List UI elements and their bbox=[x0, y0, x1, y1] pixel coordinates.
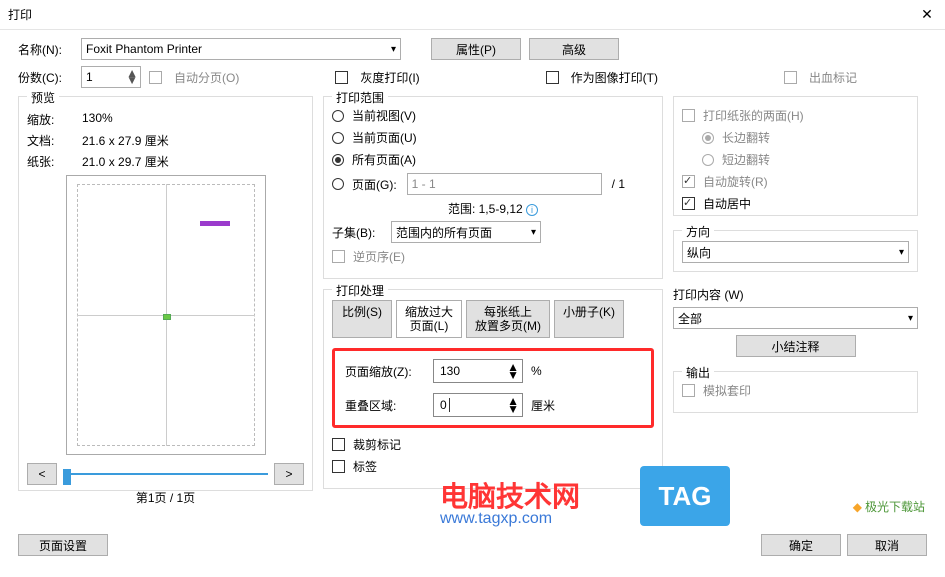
summary-button[interactable]: 小结注释 bbox=[736, 335, 856, 357]
tab-scale[interactable]: 比例(S) bbox=[332, 300, 392, 338]
page-slider[interactable] bbox=[63, 469, 268, 479]
pages-input[interactable]: 1 - 1 bbox=[407, 173, 602, 195]
properties-button[interactable]: 属性(P) bbox=[431, 38, 521, 60]
subset-combo[interactable]: 范围内的所有页面▾ bbox=[391, 221, 541, 243]
range-example: 范围: 1,5-9,12 bbox=[448, 202, 523, 216]
auto-center-checkbox[interactable] bbox=[682, 197, 695, 210]
scale-label: 缩放: bbox=[27, 111, 82, 128]
advanced-button[interactable]: 高级 bbox=[529, 38, 619, 60]
tab-booklet[interactable]: 小册子(K) bbox=[554, 300, 624, 338]
auto-rotate-checkbox bbox=[682, 175, 695, 188]
simulate-checkbox bbox=[682, 384, 695, 397]
crop-marks-checkbox[interactable] bbox=[332, 438, 345, 451]
chevron-down-icon: ▾ bbox=[391, 44, 396, 55]
both-sides-checkbox bbox=[682, 109, 695, 122]
grayscale-checkbox[interactable] bbox=[335, 71, 348, 84]
page-indicator: 第1页 / 1页 bbox=[27, 489, 304, 506]
handling-legend: 打印处理 bbox=[332, 282, 388, 299]
next-button[interactable]: > bbox=[274, 463, 304, 485]
doc-value: 21.6 x 27.9 厘米 bbox=[82, 132, 169, 149]
watermark-url: www.tagxp.com bbox=[440, 510, 552, 528]
copies-label: 份数(C): bbox=[18, 69, 73, 86]
cancel-button[interactable]: 取消 bbox=[847, 534, 927, 556]
orientation-combo[interactable]: 纵向▾ bbox=[682, 241, 909, 263]
info-icon[interactable]: i bbox=[526, 204, 538, 216]
as-image-checkbox[interactable] bbox=[546, 71, 559, 84]
watermark-text: 电脑技术网 bbox=[440, 475, 580, 515]
highlight-box: 页面缩放(Z): 130▲▼ % 重叠区域: 0▲▼ 厘米 bbox=[332, 348, 654, 428]
page-scale-label: 页面缩放(Z): bbox=[345, 363, 425, 380]
tag-badge: TAG bbox=[640, 466, 730, 526]
printer-value: Foxit Phantom Printer bbox=[86, 42, 202, 56]
paper-value: 21.0 x 29.7 厘米 bbox=[82, 153, 169, 170]
range-legend: 打印范围 bbox=[332, 89, 388, 106]
collate-label: 自动分页(O) bbox=[174, 69, 239, 86]
dialog-title: 打印 bbox=[8, 6, 917, 23]
overlap-spinner[interactable]: 0▲▼ bbox=[433, 393, 523, 417]
name-label: 名称(N): bbox=[18, 41, 73, 58]
tab-multiple[interactable]: 每张纸上 放置多页(M) bbox=[466, 300, 550, 338]
close-icon[interactable]: ✕ bbox=[917, 6, 937, 23]
scale-value: 130% bbox=[82, 111, 113, 128]
overlap-label: 重叠区域: bbox=[345, 397, 425, 414]
collate-checkbox bbox=[149, 71, 162, 84]
labels-checkbox[interactable] bbox=[332, 460, 345, 473]
bleed-checkbox bbox=[784, 71, 797, 84]
content-label: 打印内容 (W) bbox=[673, 286, 918, 303]
all-pages-radio[interactable] bbox=[332, 154, 344, 166]
current-view-radio[interactable] bbox=[332, 110, 344, 122]
copies-spinner[interactable]: 1 ▲▼ bbox=[81, 66, 141, 88]
page-setup-button[interactable]: 页面设置 bbox=[18, 534, 108, 556]
printer-combo[interactable]: Foxit Phantom Printer ▾ bbox=[81, 38, 401, 60]
tab-fit[interactable]: 缩放过大 页面(L) bbox=[396, 300, 462, 338]
doc-label: 文档: bbox=[27, 132, 82, 149]
as-image-label: 作为图像打印(T) bbox=[571, 69, 658, 86]
bleed-label: 出血标记 bbox=[809, 69, 857, 86]
grayscale-label: 灰度打印(I) bbox=[360, 69, 419, 86]
preview-canvas bbox=[66, 175, 266, 455]
subset-label: 子集(B): bbox=[332, 224, 387, 241]
prev-button[interactable]: < bbox=[27, 463, 57, 485]
ok-button[interactable]: 确定 bbox=[761, 534, 841, 556]
short-edge-radio bbox=[702, 154, 714, 166]
reverse-checkbox bbox=[332, 250, 345, 263]
content-combo[interactable]: 全部▾ bbox=[673, 307, 918, 329]
orientation-legend: 方向 bbox=[682, 223, 714, 240]
paper-label: 纸张: bbox=[27, 153, 82, 170]
long-edge-radio bbox=[702, 132, 714, 144]
pages-radio[interactable] bbox=[332, 178, 344, 190]
current-page-radio[interactable] bbox=[332, 132, 344, 144]
logo-text: ◆极光下载站 bbox=[853, 498, 925, 515]
output-legend: 输出 bbox=[682, 364, 714, 381]
preview-legend: 预览 bbox=[27, 89, 59, 106]
pages-total: / 1 bbox=[612, 177, 625, 191]
page-scale-spinner[interactable]: 130▲▼ bbox=[433, 359, 523, 383]
